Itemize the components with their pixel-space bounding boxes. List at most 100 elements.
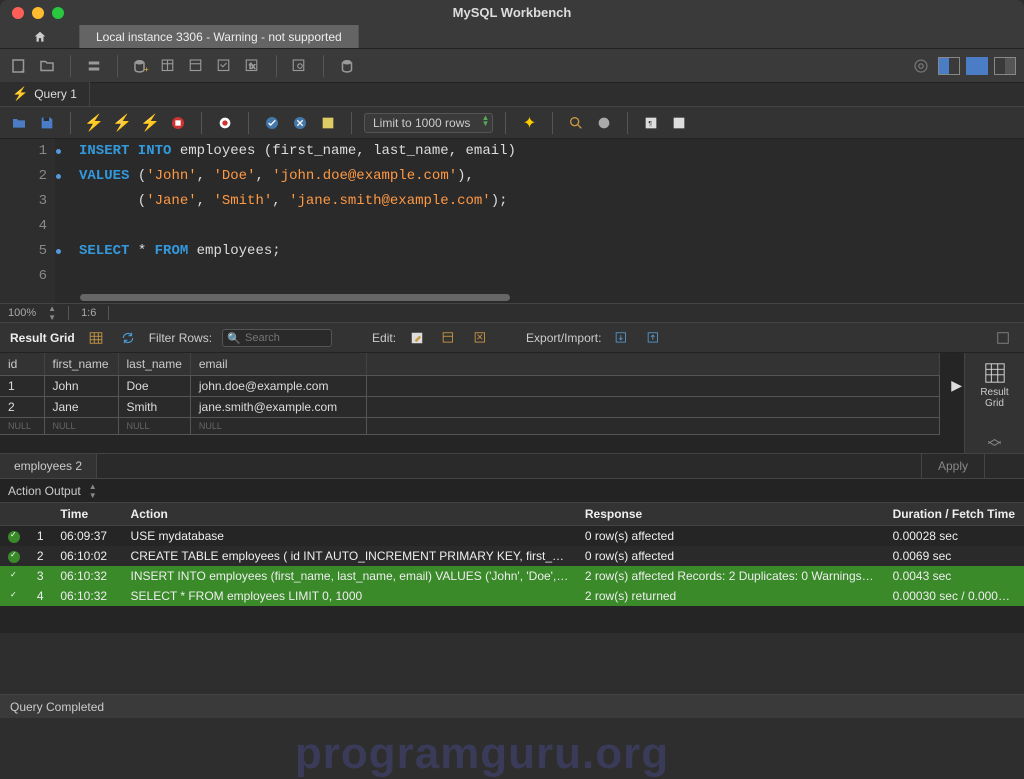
filter-rows-label: Filter Rows: (149, 331, 212, 345)
delete-row-button[interactable] (470, 327, 492, 349)
stop-button[interactable] (167, 112, 189, 134)
toggle-invisible-button[interactable] (593, 112, 615, 134)
horizontal-scrollbar[interactable] (80, 294, 510, 301)
apply-button[interactable]: Apply (921, 454, 984, 478)
ao-column-header[interactable]: Action (123, 503, 577, 526)
wrap-cell-button[interactable] (992, 327, 1014, 349)
rollback-button[interactable] (289, 112, 311, 134)
connection-tab[interactable]: Local instance 3306 - Warning - not supp… (80, 25, 359, 48)
column-header[interactable]: email (190, 353, 366, 376)
success-icon (8, 531, 20, 543)
svg-text:+: + (21, 66, 26, 75)
save-file-button[interactable] (36, 112, 58, 134)
beautify-button[interactable]: ✦ (518, 112, 540, 134)
limit-rows-select[interactable]: Limit to 1000 rows ▲▼ (364, 113, 493, 133)
null-row[interactable]: NULLNULLNULLNULL (0, 418, 940, 435)
zoom-level[interactable]: 100% (8, 307, 36, 319)
line-gutter: 123456 (0, 139, 55, 303)
chevron-stack-icon[interactable]: ︿﹀ (988, 433, 1002, 453)
execute-all-button[interactable]: ⚡ (83, 112, 105, 134)
query-toolbar: ⚡ ⚡I ⚡ Limit to 1000 rows ▲▼ ✦ ¶ (0, 107, 1024, 139)
action-output-row[interactable]: 106:09:37USE mydatabase0 row(s) affected… (0, 526, 1024, 547)
table-row[interactable]: 1JohnDoejohn.doe@example.com (0, 376, 940, 397)
result-tab[interactable]: employees 2 (0, 454, 97, 478)
import-button[interactable] (643, 327, 665, 349)
table-row[interactable]: 2JaneSmithjane.smith@example.com (0, 397, 940, 418)
edit-row-button[interactable] (406, 327, 428, 349)
cursor-position: 1:6 (81, 307, 96, 319)
action-output-row[interactable]: 206:10:02CREATE TABLE employees ( id INT… (0, 546, 1024, 566)
action-output-row[interactable]: 406:10:32SELECT * FROM employees LIMIT 0… (0, 586, 1024, 606)
action-output-row[interactable]: 306:10:32INSERT INTO employees (first_na… (0, 566, 1024, 586)
commit-button[interactable] (261, 112, 283, 134)
create-function-button[interactable]: fx (242, 55, 264, 77)
window-titlebar: MySQL Workbench (0, 0, 1024, 25)
toggle-safe-updates-button[interactable] (317, 112, 339, 134)
code-area[interactable]: INSERT INTO employees (first_name, last_… (55, 139, 1024, 303)
home-icon (32, 30, 48, 44)
updown-icon[interactable]: ▲▼ (89, 482, 97, 500)
column-header[interactable]: last_name (118, 353, 190, 376)
revert-button[interactable] (984, 454, 1024, 478)
find-button[interactable] (565, 112, 587, 134)
toggle-word-wrap-button[interactable]: ¶ (640, 112, 662, 134)
query-tab-strip: ⚡ Query 1 (0, 83, 1024, 107)
create-view-button[interactable] (186, 55, 208, 77)
export-import-label: Export/Import: (526, 331, 601, 345)
new-sql-tab-button[interactable]: + (8, 55, 30, 77)
add-row-button[interactable] (438, 327, 460, 349)
open-file-button[interactable] (8, 112, 30, 134)
success-icon (8, 551, 20, 563)
main-toolbar: + + fx (0, 49, 1024, 83)
result-tab-strip: employees 2 Apply (0, 453, 1024, 479)
ao-column-header[interactable]: Time (52, 503, 122, 526)
bolt-icon: ⚡ (12, 86, 28, 102)
query-tab[interactable]: ⚡ Query 1 (0, 82, 90, 106)
column-header[interactable]: id (0, 353, 44, 376)
snippets-button[interactable] (668, 112, 690, 134)
action-output-header: Action Output ▲▼ (0, 479, 1024, 503)
reconnect-button[interactable] (336, 55, 358, 77)
toggle-output-button[interactable] (966, 57, 988, 75)
window-title: MySQL Workbench (0, 5, 1024, 20)
connection-tab-strip: Local instance 3306 - Warning - not supp… (0, 25, 1024, 49)
success-icon (8, 591, 20, 603)
server-status-button[interactable] (83, 55, 105, 77)
toggle-autocommit-button[interactable] (214, 112, 236, 134)
ao-column-header[interactable]: Response (577, 503, 885, 526)
search-icon: 🔍 (227, 332, 241, 345)
settings-gear-button[interactable] (910, 55, 932, 77)
execute-current-button[interactable]: ⚡I (111, 112, 133, 134)
open-sql-file-button[interactable] (36, 55, 58, 77)
search-table-data-button[interactable] (289, 55, 311, 77)
svg-text:+: + (144, 65, 149, 74)
collapse-side-tabs-icon[interactable]: ▶ (951, 377, 962, 394)
result-toolbar: Result Grid Filter Rows: 🔍 Edit: Export/… (0, 323, 1024, 353)
action-output-grid[interactable]: TimeActionResponseDuration / Fetch Time1… (0, 503, 1024, 633)
zoom-stepper-icon[interactable]: ▲▼ (48, 304, 56, 322)
result-grid[interactable]: idfirst_namelast_nameemail1JohnDoejohn.d… (0, 353, 964, 453)
create-procedure-button[interactable] (214, 55, 236, 77)
svg-text:fx: fx (249, 61, 255, 70)
refresh-button[interactable] (117, 327, 139, 349)
toggle-secondary-sidebar-button[interactable] (994, 57, 1016, 75)
editor-statusbar: 100% ▲▼ 1:6 (0, 303, 1024, 323)
svg-text:¶: ¶ (649, 120, 653, 127)
toggle-sidebar-button[interactable] (938, 57, 960, 75)
ao-column-header[interactable] (0, 503, 29, 526)
export-button[interactable] (611, 327, 633, 349)
result-grid-side-tab[interactable]: Result Grid (971, 361, 1019, 409)
success-icon (8, 571, 20, 583)
sql-editor[interactable]: 123456 INSERT INTO employees (first_name… (0, 139, 1024, 303)
home-tab[interactable] (0, 25, 80, 48)
create-schema-button[interactable]: + (130, 55, 152, 77)
ao-column-header[interactable]: Duration / Fetch Time (885, 503, 1024, 526)
ao-column-header[interactable] (29, 503, 52, 526)
column-header[interactable]: first_name (44, 353, 118, 376)
create-table-button[interactable] (158, 55, 180, 77)
result-grid-wrap: programguru.org idfirst_namelast_nameema… (0, 353, 1024, 453)
result-grid-icon[interactable] (85, 327, 107, 349)
edit-label: Edit: (372, 331, 396, 345)
explain-button[interactable]: ⚡ (139, 112, 161, 134)
action-output-selector[interactable]: Action Output (8, 484, 81, 498)
